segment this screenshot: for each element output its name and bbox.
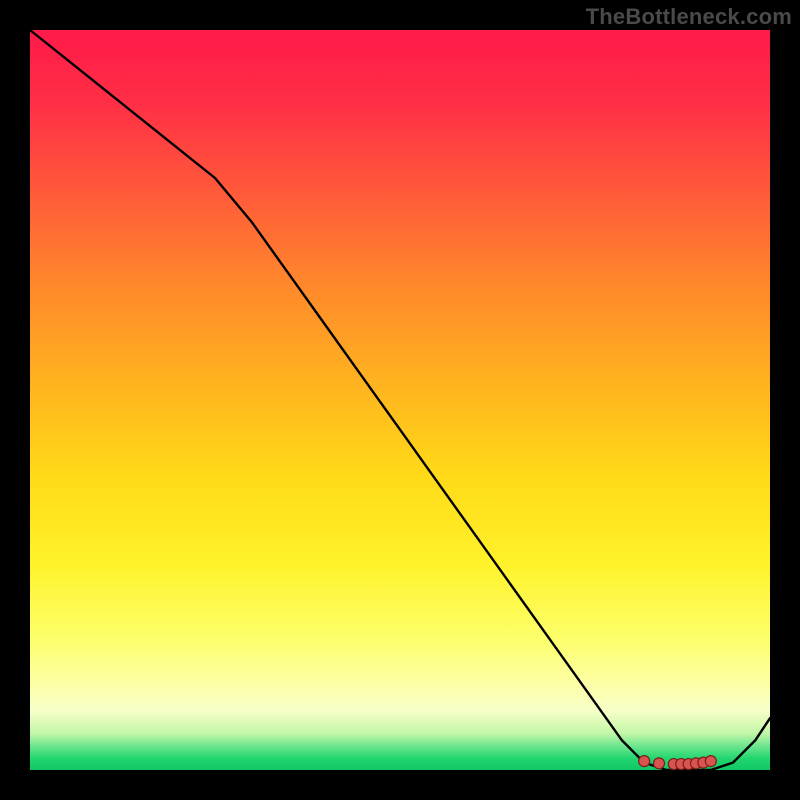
chart-frame: TheBottleneck.com [0, 0, 800, 800]
marker-dot [639, 756, 650, 767]
watermark-text: TheBottleneck.com [586, 4, 792, 30]
bottleneck-curve [30, 30, 770, 770]
marker-dot [654, 758, 665, 769]
curve-path [30, 30, 770, 770]
plot-area [30, 30, 770, 770]
marker-dot [705, 756, 716, 767]
minimum-markers [639, 756, 717, 770]
